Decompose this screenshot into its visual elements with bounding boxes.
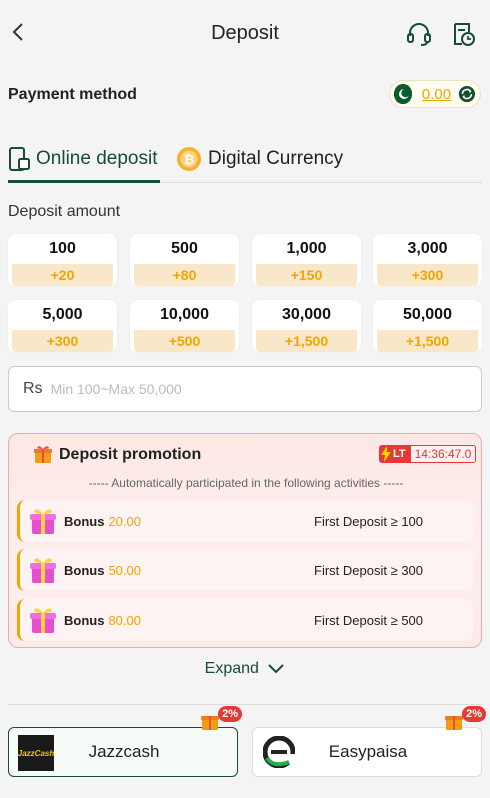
tab-digital-currency[interactable]: ₿ Digital Currency — [176, 136, 343, 182]
bonus-value: 50.00 — [108, 562, 141, 578]
amount-option[interactable]: 10,000 +500 — [130, 300, 239, 352]
amount-bonus: +1,500 — [377, 330, 478, 352]
gift-icon — [445, 716, 463, 730]
method-name: Easypaisa — [328, 742, 408, 761]
refresh-icon[interactable] — [458, 84, 476, 104]
amount-bonus: +300 — [12, 330, 113, 352]
promo-percent: 2% — [462, 706, 486, 722]
history-record-icon[interactable] — [449, 20, 477, 48]
amount-value: 50,000 — [403, 306, 452, 323]
payment-method-label: Payment method — [8, 86, 137, 103]
gift-box-icon — [30, 509, 56, 534]
amount-value: 1,000 — [286, 240, 327, 257]
amount-option[interactable]: 500 +80 — [130, 234, 239, 286]
deposit-promotion-card: Deposit promotion LT 14:36:47.0 ----- Au… — [8, 433, 482, 648]
amount-input-box: Rs — [8, 366, 482, 412]
amount-value: 3,000 — [407, 240, 448, 257]
amount-option[interactable]: 1,000 +150 — [252, 234, 361, 286]
amount-option[interactable]: 100 +20 — [8, 234, 117, 286]
active-tab-indicator — [8, 180, 160, 183]
balance-value: 0.00 — [421, 85, 452, 103]
tab-online-deposit-label: Online deposit — [36, 148, 158, 169]
bonus-condition: First Deposit ≥ 300 — [314, 562, 424, 578]
header: Deposit — [0, 0, 490, 68]
bonus-condition: First Deposit ≥ 500 — [314, 612, 424, 628]
amount-option[interactable]: 30,000 +1,500 — [252, 300, 361, 352]
promotion-title: Deposit promotion — [59, 446, 202, 463]
amount-input[interactable] — [50, 381, 431, 397]
bonus-condition: First Deposit ≥ 100 — [314, 513, 424, 529]
svg-text:₿: ₿ — [184, 153, 195, 168]
deposit-tabs: Online deposit ₿ Digital Currency — [0, 136, 490, 182]
promotion-row: Bonus 80.00 First Deposit ≥ 500 — [17, 599, 473, 641]
bitcoin-icon: ₿ — [177, 147, 201, 171]
divider — [8, 704, 482, 705]
bonus-value: 20.00 — [108, 513, 141, 529]
method-name: Jazzcash — [88, 742, 160, 761]
expand-button[interactable]: Expand — [0, 660, 490, 678]
amount-value: 30,000 — [282, 306, 331, 323]
chevron-down-icon — [268, 664, 285, 674]
pakistan-flag-icon — [394, 84, 412, 104]
amount-value: 5,000 — [42, 306, 83, 323]
tab-online-deposit[interactable]: Online deposit — [8, 136, 160, 182]
deposit-amount-label: Deposit amount — [8, 203, 121, 220]
amount-bonus: +80 — [134, 264, 235, 286]
amount-bonus: +500 — [134, 330, 235, 352]
currency-symbol: Rs — [23, 380, 43, 397]
bonus-label: Bonus — [64, 513, 105, 529]
bonus-label: Bonus — [64, 612, 105, 628]
promotion-row: Bonus 50.00 First Deposit ≥ 300 — [17, 549, 473, 591]
method-promo-badge: 2% — [200, 706, 242, 730]
gift-icon — [201, 716, 219, 730]
gift-box-icon — [30, 608, 56, 633]
bonus-value: 80.00 — [108, 612, 141, 628]
amount-value: 100 — [49, 240, 76, 257]
amount-bonus: +150 — [256, 264, 357, 286]
countdown-timer: 14:36:47.0 — [409, 445, 477, 463]
lightning-icon — [381, 446, 391, 462]
amount-option[interactable]: 3,000 +300 — [373, 234, 482, 286]
promotion-subtitle: ----- Automatically participated in the … — [88, 476, 404, 490]
expand-label: Expand — [204, 660, 259, 677]
promo-percent: 2% — [218, 706, 242, 722]
amount-value: 500 — [171, 240, 198, 257]
amount-value: 10,000 — [160, 306, 209, 323]
lt-label: LT — [393, 448, 406, 460]
balance-pill: 0.00 — [389, 80, 481, 108]
amount-option[interactable]: 50,000 +1,500 — [373, 300, 482, 352]
method-jazzcash[interactable]: JazzCash Jazzcash — [8, 727, 238, 777]
method-promo-badge: 2% — [444, 706, 486, 730]
phone-icon — [9, 147, 30, 171]
gift-icon — [34, 446, 52, 463]
bonus-label: Bonus — [64, 562, 105, 578]
method-easypaisa[interactable]: Easypaisa — [252, 727, 482, 777]
tab-digital-currency-label: Digital Currency — [208, 148, 344, 169]
amount-bonus: +1,500 — [256, 330, 357, 352]
amount-bonus: +300 — [377, 264, 478, 286]
amount-bonus: +20 — [12, 264, 113, 286]
promotion-row: Bonus 20.00 First Deposit ≥ 100 — [17, 500, 473, 542]
limited-time-badge: LT 14:36:47.0 — [379, 444, 477, 464]
gift-box-icon — [30, 558, 56, 583]
amount-option[interactable]: 5,000 +300 — [8, 300, 117, 352]
customer-service-headset-icon[interactable] — [405, 20, 433, 48]
